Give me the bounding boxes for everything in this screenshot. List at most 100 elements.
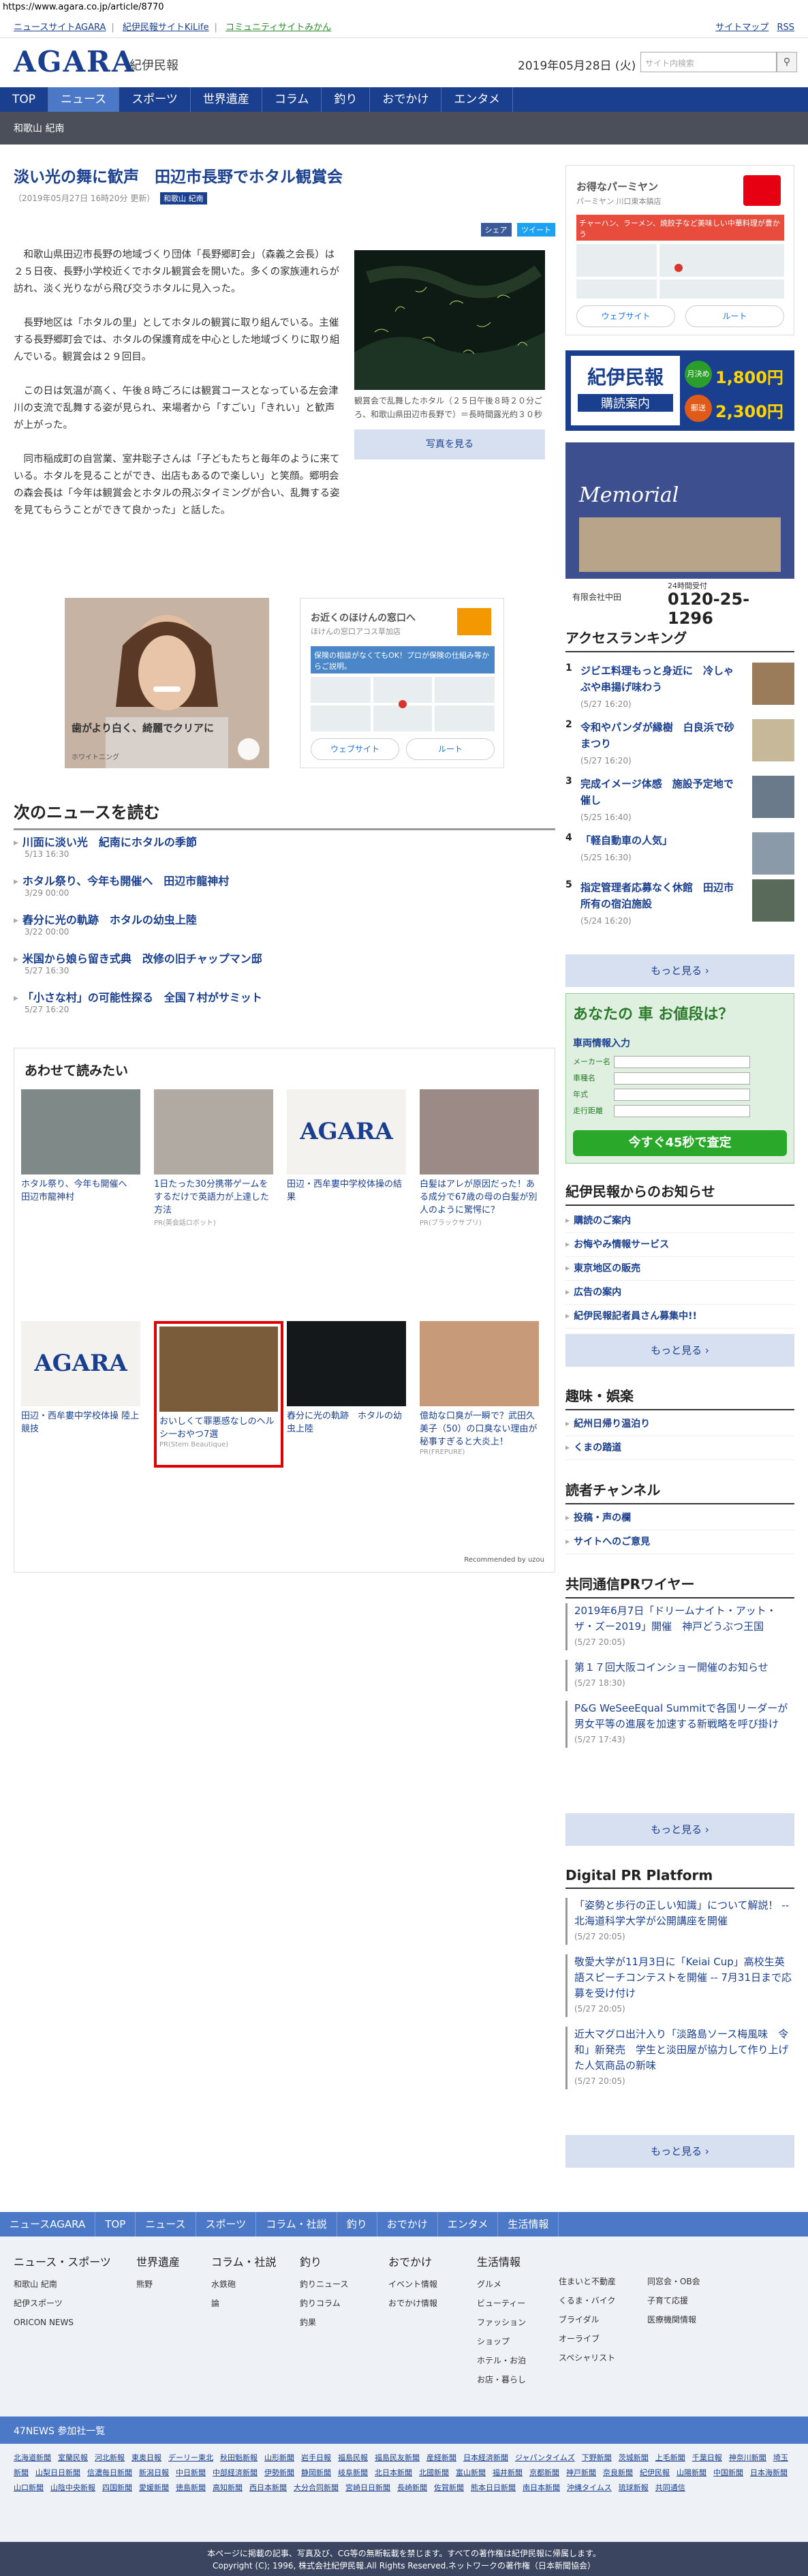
related-title[interactable]: 田辺・西牟婁中学校体操の結果 — [287, 1178, 406, 1204]
footer-link[interactable]: イベント情報 — [388, 2275, 437, 2294]
newspaper-link[interactable]: 宮崎日日新聞 — [345, 2483, 390, 2492]
nav-fishing[interactable]: 釣り — [322, 87, 371, 112]
hobby-link[interactable]: くまの踏道 — [565, 1436, 794, 1460]
news-title[interactable]: 川面に淡い光 紀南にホタルの季節 — [14, 833, 555, 849]
digitalpr-title[interactable]: 敬愛大学が11月3日に「Keiai Cup」高校生英語スピーチコンテストを開催 … — [574, 1954, 794, 2001]
ranking-more-button[interactable]: もっと見る › — [565, 954, 794, 987]
newspaper-link[interactable]: 徳島新聞 — [176, 2483, 206, 2492]
footer-col-head[interactable]: ニュース・スポーツ — [14, 2253, 111, 2272]
list-item[interactable]: 舂分に光の軌跡 ホタルの幼虫上陸3/22 00:00 — [14, 911, 555, 950]
related-item[interactable]: 舂分に光の軌跡 ホタルの幼虫上陸 — [287, 1321, 406, 1436]
newspaper-link[interactable]: 下野新聞 — [582, 2453, 612, 2462]
prwire-title[interactable]: 2019年6月7日「ドリームナイト・アット・ザ・ズー2019」開催 神戸どうぶつ… — [574, 1603, 794, 1635]
pin-website-button[interactable]: ウェブサイト — [576, 305, 675, 327]
toplink-kilife[interactable]: 紀伊民報サイトKiLife — [123, 22, 209, 33]
pin-route-button[interactable]: ルート — [685, 305, 784, 327]
newspaper-link[interactable]: 北日本新聞 — [375, 2468, 412, 2477]
related-title[interactable]: 白髪はアレが原因だった！ある成分で67歳の母の白髪が別人のように驚愕に？ — [420, 1178, 539, 1217]
newspaper-link[interactable]: 山口新聞 — [14, 2483, 44, 2492]
list-item[interactable]: 米国から娘ら留き式典 改修の旧チャップマン邸5/27 16:30 — [14, 950, 555, 988]
newspaper-link[interactable]: 中国新聞 — [713, 2468, 743, 2477]
newspaper-link[interactable]: 沖縄タイムス — [567, 2483, 612, 2492]
notice-link[interactable]: 紀伊民報記者員さん募集中!! — [565, 1305, 794, 1329]
footer-col-head[interactable]: おでかけ — [388, 2253, 437, 2272]
digitalpr-item[interactable]: 敬愛大学が11月3日に「Keiai Cup」高校生英語スピーチコンテストを開催 … — [565, 1954, 794, 2017]
related-title[interactable]: 1日たった30分携帯ゲームをするだけで英語力が上達した方法 — [154, 1178, 273, 1217]
newspaper-link[interactable]: 大分合同新聞 — [294, 2483, 339, 2492]
nav-world-heritage[interactable]: 世界遺産 — [191, 87, 262, 112]
related-item[interactable]: 億劫な口臭が一瞬で？武田久美子（50）の口臭ない理由が秘事すぎると大炎上！ PR(… — [420, 1321, 539, 1456]
firefly-photo[interactable] — [354, 250, 545, 390]
footer-nav-item[interactable]: 生活情報 — [498, 2212, 559, 2237]
notice-link[interactable]: 購読のご案内 — [565, 1209, 794, 1233]
notice-link[interactable]: 広告の案内 — [565, 1281, 794, 1305]
reader-link[interactable]: 投稿・声の欄 — [565, 1506, 794, 1530]
newspaper-link[interactable]: 上毛新聞 — [655, 2453, 685, 2462]
footer-link[interactable]: 医療機関情報 — [647, 2310, 700, 2329]
newspaper-link[interactable]: 山陰中央新報 — [50, 2483, 95, 2492]
nav-column[interactable]: コラム — [262, 87, 322, 112]
list-item[interactable]: ホタル祭り、今年も開催へ 田辺市龍神村3/29 00:00 — [14, 872, 555, 911]
newspaper-link[interactable]: 長崎新聞 — [397, 2483, 427, 2492]
related-title[interactable]: 田辺・西牟婁中学校体操 陸上競技 — [21, 1410, 140, 1436]
newspaper-link[interactable]: 茨城新聞 — [619, 2453, 649, 2462]
prwire-more-button[interactable]: もっと見る › — [565, 1813, 794, 1846]
newspaper-link[interactable]: デーリー東北 — [168, 2453, 213, 2462]
rank-title[interactable]: 完成イメージ体感 施設予定地で催し — [580, 778, 734, 806]
newspaper-link[interactable]: 室蘭民報 — [58, 2453, 88, 2462]
related-title[interactable]: 舂分に光の軌跡 ホタルの幼虫上陸 — [287, 1410, 406, 1436]
ad2-website-button[interactable]: ウェブサイト — [311, 738, 399, 760]
footer-link[interactable]: 論 — [211, 2294, 277, 2313]
footer-nav-item[interactable]: ニュース — [136, 2212, 196, 2237]
footer-nav-item[interactable]: ニュースAGARA — [0, 2212, 96, 2237]
nav-news[interactable]: ニュース — [48, 87, 120, 112]
footer-link[interactable]: オーライブ — [559, 2329, 616, 2348]
twitter-share-button[interactable]: ツイート — [517, 223, 555, 237]
mileage-select[interactable] — [614, 1105, 750, 1117]
footer-nav-item[interactable]: エンタメ — [438, 2212, 499, 2237]
newspaper-link[interactable]: 紀伊民報 — [640, 2468, 670, 2477]
footer-link[interactable]: くるま・バイク — [559, 2291, 616, 2310]
newspaper-link[interactable]: 京都新聞 — [529, 2468, 559, 2477]
prwire-item[interactable]: 2019年6月7日「ドリームナイト・アット・ザ・ズー2019」開催 神戸どうぶつ… — [565, 1603, 794, 1650]
footer-link[interactable]: 同窓会・OB会 — [647, 2272, 700, 2291]
footer-link[interactable]: 釣りコラム — [300, 2294, 348, 2313]
footer-col-head[interactable]: 釣り — [300, 2253, 348, 2272]
search-icon[interactable]: ⚲ — [777, 52, 797, 72]
memorial-ad[interactable]: Memorial 有限会社中田 24時間受付 0120-25-1296 — [565, 442, 794, 628]
maker-select[interactable] — [614, 1056, 750, 1068]
related-item[interactable]: AGARA 田辺・西牟婁中学校体操の結果 — [287, 1089, 406, 1204]
related-title[interactable]: ホタル祭り、今年も開催へ 田辺市龍神村 — [21, 1178, 140, 1204]
newspaper-link[interactable]: 西日本新聞 — [249, 2483, 287, 2492]
notice-link[interactable]: 東京地区の販売 — [565, 1257, 794, 1281]
newspaper-link[interactable]: 中部経済新聞 — [213, 2468, 258, 2477]
footer-link[interactable]: 水鉄砲 — [211, 2275, 277, 2294]
nav-outing[interactable]: おでかけ — [370, 87, 442, 112]
newspaper-link[interactable]: 南日本新聞 — [523, 2483, 560, 2492]
hoken-ad[interactable]: お近くのほけんの窓口へ ほけんの窓口アコス草加店 保険の相談がなくてもOK！プロ… — [300, 598, 504, 768]
footer-col-head[interactable]: 生活情報 — [477, 2253, 526, 2272]
site-logo[interactable]: AGARA — [14, 45, 136, 78]
newspaper-link[interactable]: 千葉日報 — [692, 2453, 722, 2462]
newspaper-link[interactable]: 山形新聞 — [264, 2453, 294, 2462]
related-item[interactable]: ホタル祭り、今年も開催へ 田辺市龍神村 — [21, 1089, 140, 1204]
newspaper-link[interactable]: 高知新聞 — [213, 2483, 243, 2492]
digitalpr-title[interactable]: 近大マグロ出汁入り「淡路島ソース梅風味 令和」新発売 学生と淡田屋が協力して作り… — [574, 2027, 794, 2074]
footer-link[interactable]: 住まいと不動産 — [559, 2272, 616, 2291]
newspaper-link[interactable]: 静岡新聞 — [301, 2468, 331, 2477]
related-title[interactable]: 億劫な口臭が一瞬で？武田久美子（50）の口臭ない理由が秘事すぎると大炎上！ — [420, 1410, 539, 1449]
newspaper-link[interactable]: 熊本日日新聞 — [471, 2483, 516, 2492]
footer-col-head[interactable]: コラム・社説 — [211, 2253, 277, 2272]
subnav-wakayama[interactable]: 和歌山 紀南 — [14, 121, 64, 135]
news-title[interactable]: ホタル祭り、今年も開催へ 田辺市龍神村 — [14, 872, 555, 888]
newspaper-link[interactable]: 愛媛新聞 — [139, 2483, 169, 2492]
footer-link[interactable]: 釣果 — [300, 2313, 348, 2332]
pin-ad[interactable]: お得なパーミヤン パーミヤン 川口東本鎮店 チャーハン、ラーメン、焼餃子など美味… — [565, 165, 794, 335]
newspaper-link[interactable]: 北國新聞 — [419, 2468, 449, 2477]
footer-link[interactable]: 和歌山 紀南 — [14, 2275, 111, 2294]
rank-title[interactable]: 令和やパンダが縁樹 白良浜で砂まつり — [580, 721, 734, 750]
footer-link[interactable]: 紀伊スポーツ — [14, 2294, 111, 2313]
news-title[interactable]: 舂分に光の軌跡 ホタルの幼虫上陸 — [14, 911, 555, 927]
newspaper-link[interactable]: 奈良新聞 — [603, 2468, 633, 2477]
news-title[interactable]: 米国から娘ら留き式典 改修の旧チャップマン邸 — [14, 950, 555, 966]
